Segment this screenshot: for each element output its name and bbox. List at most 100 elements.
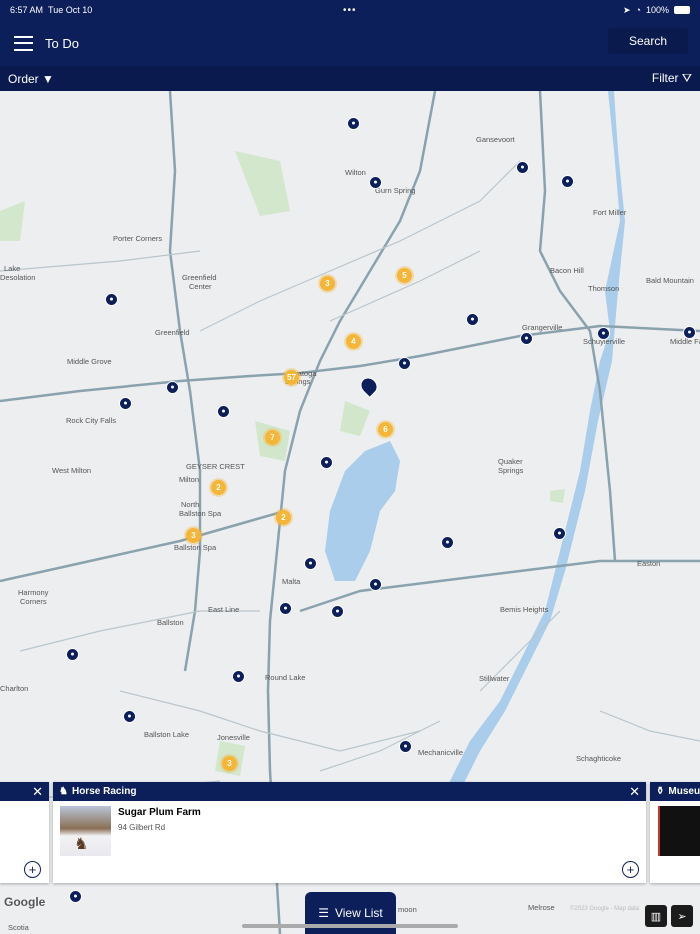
map-cluster[interactable]: 3: [222, 756, 237, 771]
map-copyright[interactable]: ©2023 Google - Map data: [570, 906, 639, 912]
museum-icon: ⚱: [656, 786, 665, 797]
map-marker-icon[interactable]: ●: [347, 117, 360, 130]
map-place-label: Schaghticoke: [576, 754, 622, 763]
map-place-label: Bemis Heights: [500, 605, 549, 614]
map-place-label: West Milton: [52, 466, 92, 475]
map-marker-icon[interactable]: ●: [399, 740, 412, 753]
map-marker-icon[interactable]: ●: [561, 175, 574, 188]
map-cluster[interactable]: 3: [186, 528, 201, 543]
map-place-label: Jonesville: [217, 733, 250, 742]
map-place-label: Mechanicville: [418, 748, 464, 757]
map-cluster[interactable]: 6: [378, 422, 393, 437]
map-marker-icon[interactable]: ●: [516, 161, 529, 174]
map-marker-icon[interactable]: ●: [553, 527, 566, 540]
close-icon[interactable]: ✕: [32, 784, 43, 800]
map-cluster[interactable]: 2: [276, 510, 291, 525]
map-marker-icon[interactable]: ●: [105, 293, 118, 306]
map-marker-icon[interactable]: ●: [279, 602, 292, 615]
map-cluster[interactable]: 2: [211, 480, 226, 495]
map-cluster[interactable]: 5: [397, 268, 412, 283]
map-marker-icon[interactable]: ●: [398, 357, 411, 370]
list-icon: ☰: [318, 906, 329, 920]
map-place-label: moon: [398, 905, 417, 914]
map-place-label: GEYSER CREST: [186, 462, 245, 471]
map-marker-icon[interactable]: ●: [466, 313, 479, 326]
filter-icon: ⛛: [681, 71, 692, 85]
map-place-label: Ballston Lake: [144, 730, 190, 739]
place-photo: ♞: [60, 806, 111, 856]
map-marker-icon[interactable]: ●: [119, 397, 132, 410]
map-place-label: North: [181, 500, 200, 509]
status-date: Tue Oct 10: [48, 5, 93, 15]
map-marker-icon[interactable]: ●: [66, 648, 79, 661]
map-place-label: Greenfield: [155, 328, 190, 337]
map-marker-icon[interactable]: ●: [441, 536, 454, 549]
card-category: Horse Racing: [71, 786, 137, 797]
map-marker-icon[interactable]: ●: [69, 890, 82, 903]
place-card[interactable]: ♞ Horse Racing ✕ ♞ Sugar Plum Farm 94 Gilb…: [53, 782, 646, 883]
map-place-label: Greenfield: [182, 273, 217, 282]
map-place-label: East Line: [208, 605, 240, 614]
map-marker-icon[interactable]: ●: [320, 456, 333, 469]
app-header: To Do Search: [0, 20, 700, 66]
caret-down-icon: ▼: [42, 71, 54, 86]
next-card[interactable]: ⚱ Museu: [650, 782, 700, 883]
map-place-label: Rock City Falls: [66, 416, 117, 425]
add-icon[interactable]: +: [24, 861, 41, 878]
map-place-label: Quaker: [498, 457, 523, 466]
map-place-label: Corners: [20, 597, 47, 606]
previous-card[interactable]: ✕ +: [0, 782, 49, 883]
map-place-label: Stillwater: [479, 674, 510, 683]
map-place-label: Gurn Spring: [375, 186, 416, 195]
map-cluster[interactable]: 4: [346, 334, 361, 349]
map-marker-icon[interactable]: ●: [166, 381, 179, 394]
map-marker-icon[interactable]: ●: [683, 326, 696, 339]
map-marker-icon[interactable]: ●: [217, 405, 230, 418]
map-marker-icon[interactable]: ●: [369, 176, 382, 189]
map-place-label: Melrose: [528, 903, 555, 912]
multitask-dots[interactable]: •••: [343, 5, 357, 16]
filter-label: Filter: [651, 71, 679, 85]
place-photo: [658, 806, 700, 856]
map-marker-icon[interactable]: ●: [369, 578, 382, 591]
place-name[interactable]: Sugar Plum Farm: [118, 807, 201, 818]
map-place-label: Wilton: [345, 168, 366, 177]
map-place-label: Ballston Spa: [179, 509, 222, 518]
map-cluster[interactable]: 7: [265, 430, 280, 445]
filter-button[interactable]: Filter ⛛: [652, 71, 692, 86]
map-cluster[interactable]: 3: [320, 276, 335, 291]
horse-racing-icon: ♞: [59, 786, 68, 797]
map-place-label: Grangerville: [522, 323, 563, 332]
order-label: Order: [8, 71, 39, 86]
map-place-label: Thomson: [588, 284, 620, 293]
map-place-label: Easton: [637, 559, 661, 568]
map-marker-icon[interactable]: ●: [232, 670, 245, 683]
battery-label: 100%: [645, 5, 669, 15]
status-time: 6:57 AM: [10, 5, 44, 15]
locate-icon[interactable]: ➢: [671, 905, 693, 927]
map-place-label: Ballston: [157, 618, 184, 627]
order-dropdown[interactable]: Order ▼: [8, 72, 54, 86]
map-type-icon[interactable]: ▥: [645, 905, 667, 927]
status-bar: 6:57 AM Tue Oct 10 ••• ➤ ◔ 100%: [0, 0, 700, 20]
menu-icon[interactable]: [14, 35, 33, 51]
map-place-label: Scotia: [8, 923, 29, 932]
map-marker-icon[interactable]: ●: [520, 332, 533, 345]
toolbar: Order ▼ Filter ⛛: [0, 66, 700, 91]
map-place-label: Round Lake: [265, 673, 306, 682]
search-button[interactable]: Search: [608, 28, 688, 54]
map-place-label: Gansevoort: [476, 135, 515, 144]
view-list-label: View List: [334, 906, 383, 920]
add-icon[interactable]: +: [622, 861, 639, 878]
map-cluster[interactable]: 57: [284, 370, 299, 385]
map-place-label: Lake: [4, 264, 21, 273]
map-marker-icon[interactable]: ●: [123, 710, 136, 723]
map-place-label: Center: [189, 282, 212, 291]
map-place-label: Fort Miller: [593, 208, 627, 217]
home-indicator: [242, 924, 458, 928]
map-marker-icon[interactable]: ●: [597, 327, 610, 340]
map-marker-icon[interactable]: ●: [304, 557, 317, 570]
close-icon[interactable]: ✕: [629, 784, 640, 800]
map-marker-icon[interactable]: ●: [331, 605, 344, 618]
map-place-label: Middle Fa: [670, 337, 700, 346]
